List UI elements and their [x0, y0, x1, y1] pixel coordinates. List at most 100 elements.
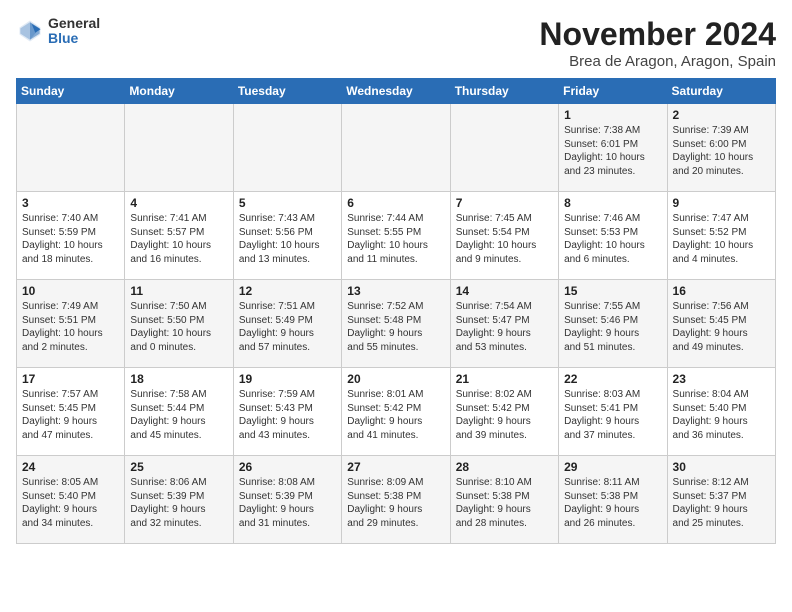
day-info: Sunrise: 8:09 AM Sunset: 5:38 PM Dayligh… — [347, 476, 444, 530]
day-number: 1 — [564, 108, 661, 122]
calendar-cell: 7Sunrise: 7:45 AM Sunset: 5:54 PM Daylig… — [450, 192, 558, 280]
calendar-cell: 24 Sunrise: 8:05 AM Sunset: 5:40 PM Dayli… — [17, 456, 125, 544]
calendar-cell — [233, 104, 341, 192]
day-number: 25 — [130, 460, 227, 474]
day-number: 19 — [239, 372, 336, 386]
calendar-cell: 22Sunrise: 8:03 AM Sunset: 5:41 PM Dayli… — [559, 368, 667, 456]
calendar-cell — [450, 104, 558, 192]
calendar-cell: 26 Sunrise: 8:08 AM Sunset: 5:39 PM Dayli… — [233, 456, 341, 544]
calendar-cell: 10Sunrise: 7:49 AM Sunset: 5:51 PM Dayli… — [17, 280, 125, 368]
day-number: 16 — [673, 284, 770, 298]
weekday-header: Tuesday — [233, 79, 341, 104]
calendar-cell — [342, 104, 450, 192]
calendar-cell: 23 Sunrise: 8:04 AM Sunset: 5:40 PM Dayli… — [667, 368, 775, 456]
calendar-cell: 14 Sunrise: 7:54 AM Sunset: 5:47 PM Dayli… — [450, 280, 558, 368]
calendar-cell: 25 Sunrise: 8:06 AM Sunset: 5:39 PM Dayli… — [125, 456, 233, 544]
logo-text: General Blue — [48, 16, 100, 47]
day-number: 18 — [130, 372, 227, 386]
calendar-cell: 30 Sunrise: 8:12 AM Sunset: 5:37 PM Dayli… — [667, 456, 775, 544]
day-info: Sunrise: 8:12 AM Sunset: 5:37 PM Dayligh… — [673, 476, 770, 530]
day-info: Sunrise: 7:51 AM Sunset: 5:49 PM Dayligh… — [239, 300, 336, 354]
calendar-cell: 8Sunrise: 7:46 AM Sunset: 5:53 PM Daylig… — [559, 192, 667, 280]
calendar-cell: 9 Sunrise: 7:47 AM Sunset: 5:52 PM Daylig… — [667, 192, 775, 280]
day-number: 12 — [239, 284, 336, 298]
calendar-cell: 19 Sunrise: 7:59 AM Sunset: 5:43 PM Dayli… — [233, 368, 341, 456]
day-info: Sunrise: 8:04 AM Sunset: 5:40 PM Dayligh… — [673, 388, 770, 442]
calendar-cell: 27 Sunrise: 8:09 AM Sunset: 5:38 PM Dayli… — [342, 456, 450, 544]
day-number: 15 — [564, 284, 661, 298]
day-info: Sunrise: 7:58 AM Sunset: 5:44 PM Dayligh… — [130, 388, 227, 442]
day-info: Sunrise: 7:55 AM Sunset: 5:46 PM Dayligh… — [564, 300, 661, 354]
calendar-cell: 4Sunrise: 7:41 AM Sunset: 5:57 PM Daylig… — [125, 192, 233, 280]
day-info: Sunrise: 8:02 AM Sunset: 5:42 PM Dayligh… — [456, 388, 553, 442]
day-info: Sunrise: 7:50 AM Sunset: 5:50 PM Dayligh… — [130, 300, 227, 354]
day-number: 14 — [456, 284, 553, 298]
calendar-cell — [17, 104, 125, 192]
day-info: Sunrise: 7:47 AM Sunset: 5:52 PM Dayligh… — [673, 212, 770, 266]
calendar-cell: 1 Sunrise: 7:38 AM Sunset: 6:01 PM Daylig… — [559, 104, 667, 192]
calendar-cell: 6Sunrise: 7:44 AM Sunset: 5:55 PM Daylig… — [342, 192, 450, 280]
calendar-cell: 2 Sunrise: 7:39 AM Sunset: 6:00 PM Daylig… — [667, 104, 775, 192]
day-number: 24 — [22, 460, 119, 474]
day-info: Sunrise: 7:38 AM Sunset: 6:01 PM Dayligh… — [564, 124, 661, 178]
day-number: 3 — [22, 196, 119, 210]
calendar-cell: 13Sunrise: 7:52 AM Sunset: 5:48 PM Dayli… — [342, 280, 450, 368]
day-info: Sunrise: 7:44 AM Sunset: 5:55 PM Dayligh… — [347, 212, 444, 266]
day-number: 9 — [673, 196, 770, 210]
day-info: Sunrise: 8:06 AM Sunset: 5:39 PM Dayligh… — [130, 476, 227, 530]
month-title: November 2024 — [539, 16, 776, 53]
day-info: Sunrise: 8:10 AM Sunset: 5:38 PM Dayligh… — [456, 476, 553, 530]
day-number: 22 — [564, 372, 661, 386]
day-number: 2 — [673, 108, 770, 122]
logo-icon — [16, 17, 44, 45]
calendar-table: SundayMondayTuesdayWednesdayThursdayFrid… — [16, 78, 776, 544]
weekday-header: Thursday — [450, 79, 558, 104]
weekday-header: Monday — [125, 79, 233, 104]
day-info: Sunrise: 8:11 AM Sunset: 5:38 PM Dayligh… — [564, 476, 661, 530]
location: Brea de Aragon, Aragon, Spain — [539, 53, 776, 70]
day-number: 21 — [456, 372, 553, 386]
page-header: General Blue November 2024 Brea de Arago… — [16, 16, 776, 70]
calendar-cell: 3 Sunrise: 7:40 AM Sunset: 5:59 PM Daylig… — [17, 192, 125, 280]
calendar-week-row: 10Sunrise: 7:49 AM Sunset: 5:51 PM Dayli… — [17, 280, 776, 368]
day-info: Sunrise: 7:40 AM Sunset: 5:59 PM Dayligh… — [22, 212, 119, 266]
day-info: Sunrise: 7:57 AM Sunset: 5:45 PM Dayligh… — [22, 388, 119, 442]
day-number: 30 — [673, 460, 770, 474]
weekday-header: Friday — [559, 79, 667, 104]
day-number: 11 — [130, 284, 227, 298]
calendar-cell: 15 Sunrise: 7:55 AM Sunset: 5:46 PM Dayli… — [559, 280, 667, 368]
calendar-week-row: 17 Sunrise: 7:57 AM Sunset: 5:45 PM Dayli… — [17, 368, 776, 456]
day-number: 23 — [673, 372, 770, 386]
calendar-cell: 11 Sunrise: 7:50 AM Sunset: 5:50 PM Dayli… — [125, 280, 233, 368]
day-number: 4 — [130, 196, 227, 210]
weekday-header: Wednesday — [342, 79, 450, 104]
day-info: Sunrise: 7:52 AM Sunset: 5:48 PM Dayligh… — [347, 300, 444, 354]
calendar-cell: 28Sunrise: 8:10 AM Sunset: 5:38 PM Dayli… — [450, 456, 558, 544]
day-info: Sunrise: 7:43 AM Sunset: 5:56 PM Dayligh… — [239, 212, 336, 266]
day-info: Sunrise: 7:45 AM Sunset: 5:54 PM Dayligh… — [456, 212, 553, 266]
calendar-cell: 21 Sunrise: 8:02 AM Sunset: 5:42 PM Dayli… — [450, 368, 558, 456]
calendar-week-row: 3 Sunrise: 7:40 AM Sunset: 5:59 PM Daylig… — [17, 192, 776, 280]
calendar-cell: 5Sunrise: 7:43 AM Sunset: 5:56 PM Daylig… — [233, 192, 341, 280]
logo-general: General — [48, 16, 100, 31]
title-block: November 2024 Brea de Aragon, Aragon, Sp… — [539, 16, 776, 70]
day-number: 20 — [347, 372, 444, 386]
calendar-cell: 16 Sunrise: 7:56 AM Sunset: 5:45 PM Dayli… — [667, 280, 775, 368]
day-info: Sunrise: 7:49 AM Sunset: 5:51 PM Dayligh… — [22, 300, 119, 354]
weekday-header-row: SundayMondayTuesdayWednesdayThursdayFrid… — [17, 79, 776, 104]
calendar-cell: 12 Sunrise: 7:51 AM Sunset: 5:49 PM Dayli… — [233, 280, 341, 368]
calendar-cell: 18 Sunrise: 7:58 AM Sunset: 5:44 PM Dayli… — [125, 368, 233, 456]
day-info: Sunrise: 7:39 AM Sunset: 6:00 PM Dayligh… — [673, 124, 770, 178]
day-number: 27 — [347, 460, 444, 474]
day-info: Sunrise: 7:56 AM Sunset: 5:45 PM Dayligh… — [673, 300, 770, 354]
day-info: Sunrise: 8:08 AM Sunset: 5:39 PM Dayligh… — [239, 476, 336, 530]
calendar-cell: 17 Sunrise: 7:57 AM Sunset: 5:45 PM Dayli… — [17, 368, 125, 456]
day-number: 8 — [564, 196, 661, 210]
day-number: 17 — [22, 372, 119, 386]
day-info: Sunrise: 7:59 AM Sunset: 5:43 PM Dayligh… — [239, 388, 336, 442]
calendar-week-row: 24 Sunrise: 8:05 AM Sunset: 5:40 PM Dayli… — [17, 456, 776, 544]
weekday-header: Sunday — [17, 79, 125, 104]
day-info: Sunrise: 8:05 AM Sunset: 5:40 PM Dayligh… — [22, 476, 119, 530]
day-number: 26 — [239, 460, 336, 474]
day-info: Sunrise: 7:54 AM Sunset: 5:47 PM Dayligh… — [456, 300, 553, 354]
